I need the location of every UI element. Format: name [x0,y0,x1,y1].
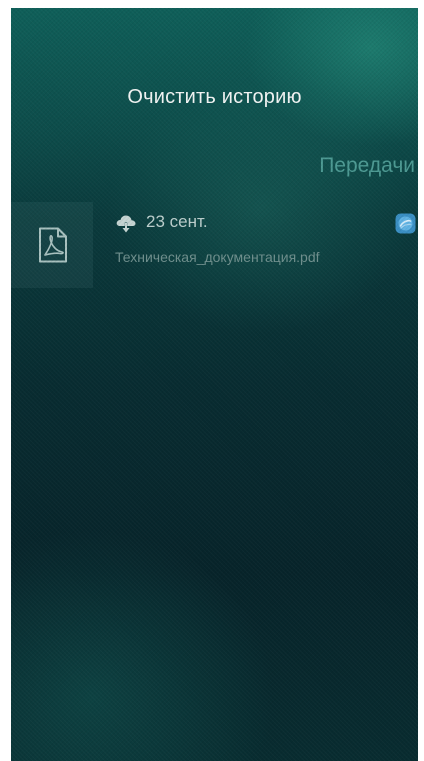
pdf-icon [39,227,67,263]
transfer-date: 23 сент. [146,212,208,231]
transfer-list-item[interactable]: 23 сент. Техническая_документация.pdf [11,202,418,288]
transfer-status-icon[interactable] [395,213,416,234]
transfer-filename: Техническая_документация.pdf [115,249,320,265]
transfers-section-title: Передачи [319,154,415,177]
transfers-screen: Очистить историю Передачи 23 сент. Техни… [11,8,418,761]
clear-history-button[interactable]: Очистить историю [11,86,418,109]
file-thumbnail [11,202,93,288]
cloud-download-icon [116,215,136,233]
